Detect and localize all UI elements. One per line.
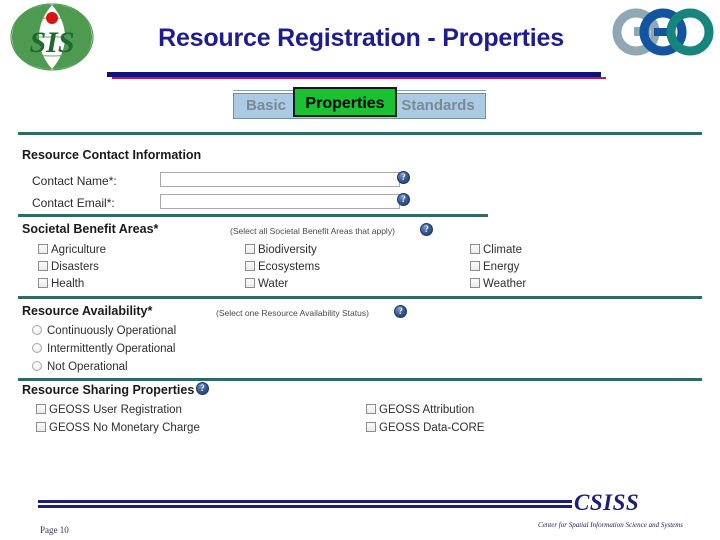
checkbox-disasters[interactable] (38, 261, 48, 271)
checkbox-row-agriculture[interactable]: Agriculture (38, 244, 106, 256)
checkbox-row-geoss-attribution[interactable]: GEOSS Attribution (366, 404, 474, 416)
page-number: Page 10 (40, 525, 69, 535)
checkbox-energy[interactable] (470, 261, 480, 271)
label-geoss-no-monetary-charge: GEOSS No Monetary Charge (49, 422, 200, 434)
label-health: Health (51, 278, 85, 290)
checkbox-row-energy[interactable]: Energy (470, 261, 519, 273)
help-icon-societal-benefit-areas[interactable]: ? (420, 223, 433, 236)
checkbox-row-geoss-no-monetary-charge[interactable]: GEOSS No Monetary Charge (36, 422, 200, 434)
checkbox-row-geoss-data-core[interactable]: GEOSS Data-CORE (366, 422, 484, 434)
tab-standards[interactable]: Standards (392, 93, 484, 119)
checkbox-row-biodiversity[interactable]: Biodiversity (245, 244, 317, 256)
hint-resource-availability: (Select one Resource Availability Status… (216, 308, 369, 318)
radio-continuously-operational[interactable] (32, 325, 42, 335)
checkbox-row-weather[interactable]: Weather (470, 278, 526, 290)
checkbox-row-health[interactable]: Health (38, 278, 84, 290)
tab-basic[interactable]: Basic (236, 93, 296, 119)
label-geoss-data-core: GEOSS Data-CORE (379, 422, 485, 434)
divider-after-contact (18, 214, 488, 217)
checkbox-geoss-data-core[interactable] (366, 422, 376, 432)
label-contact-name: Contact Name*: (32, 174, 117, 188)
divider-after-sba (18, 296, 702, 299)
contact-name-input[interactable] (160, 172, 400, 187)
checkbox-row-water[interactable]: Water (245, 278, 288, 290)
help-icon-resource-availability[interactable]: ? (394, 305, 407, 318)
tab-properties[interactable]: Properties (293, 87, 397, 117)
title-underline-crimson (112, 77, 606, 79)
label-water: Water (258, 278, 289, 290)
csiss-logo-text: SIS (29, 26, 74, 59)
footer-rule-upper (38, 500, 572, 503)
label-contact-email: Contact Email*: (32, 196, 115, 210)
label-disasters: Disasters (51, 261, 99, 273)
section-title-resource-sharing-properties: Resource Sharing Properties (22, 383, 195, 397)
section-title-resource-availability: Resource Availability* (22, 304, 153, 318)
footer-tagline: Center for Spatial Information Science a… (538, 521, 684, 529)
radio-intermittently-operational[interactable] (32, 343, 42, 353)
checkbox-weather[interactable] (470, 278, 480, 288)
footer-rule-lower (38, 505, 572, 508)
checkbox-biodiversity[interactable] (245, 244, 255, 254)
checkbox-row-ecosystems[interactable]: Ecosystems (245, 261, 320, 273)
label-geoss-attribution: GEOSS Attribution (379, 404, 475, 416)
checkbox-water[interactable] (245, 278, 255, 288)
radio-not-operational[interactable] (32, 361, 42, 371)
footer-brand: CSISS (574, 490, 640, 515)
checkbox-row-disasters[interactable]: Disasters (38, 261, 99, 273)
checkbox-ecosystems[interactable] (245, 261, 255, 271)
checkbox-row-geoss-user-registration[interactable]: GEOSS User Registration (36, 404, 182, 416)
radio-row-intermittently-operational[interactable]: Intermittently Operational (32, 343, 175, 355)
label-not-operational: Not Operational (47, 361, 128, 373)
slide-header: SIS Resource Registration - Properties (0, 0, 720, 86)
help-icon-contact-email[interactable]: ? (397, 193, 410, 206)
tab-bar: Basic Standards Properties (0, 87, 720, 132)
radio-row-continuously-operational[interactable]: Continuously Operational (32, 325, 176, 337)
divider-after-availability (18, 378, 702, 381)
label-weather: Weather (483, 278, 527, 290)
label-continuously-operational: Continuously Operational (47, 325, 177, 337)
radio-row-not-operational[interactable]: Not Operational (32, 361, 128, 373)
hint-societal-benefit-areas: (Select all Societal Benefit Areas that … (230, 226, 395, 236)
geo-logo (612, 8, 714, 56)
help-icon-contact-name[interactable]: ? (397, 171, 410, 184)
contact-email-input[interactable] (160, 194, 400, 209)
label-intermittently-operational: Intermittently Operational (47, 343, 176, 355)
label-biodiversity: Biodiversity (258, 244, 317, 256)
checkbox-geoss-no-monetary-charge[interactable] (36, 422, 46, 432)
checkbox-geoss-user-registration[interactable] (36, 404, 46, 414)
label-agriculture: Agriculture (51, 244, 106, 256)
page-title: Resource Registration - Properties (158, 24, 564, 52)
help-icon-resource-sharing-properties[interactable]: ? (196, 382, 209, 395)
label-energy: Energy (483, 261, 520, 273)
section-title-societal-benefit-areas: Societal Benefit Areas* (22, 222, 159, 236)
divider-top (18, 132, 702, 135)
label-geoss-user-registration: GEOSS User Registration (49, 404, 182, 416)
label-climate: Climate (483, 244, 522, 256)
csiss-globe-logo: SIS (6, 2, 98, 72)
checkbox-agriculture[interactable] (38, 244, 48, 254)
checkbox-health[interactable] (38, 278, 48, 288)
label-ecosystems: Ecosystems (258, 261, 320, 273)
checkbox-geoss-attribution[interactable] (366, 404, 376, 414)
checkbox-row-climate[interactable]: Climate (470, 244, 522, 256)
section-title-contact-information: Resource Contact Information (22, 148, 202, 162)
checkbox-climate[interactable] (470, 244, 480, 254)
